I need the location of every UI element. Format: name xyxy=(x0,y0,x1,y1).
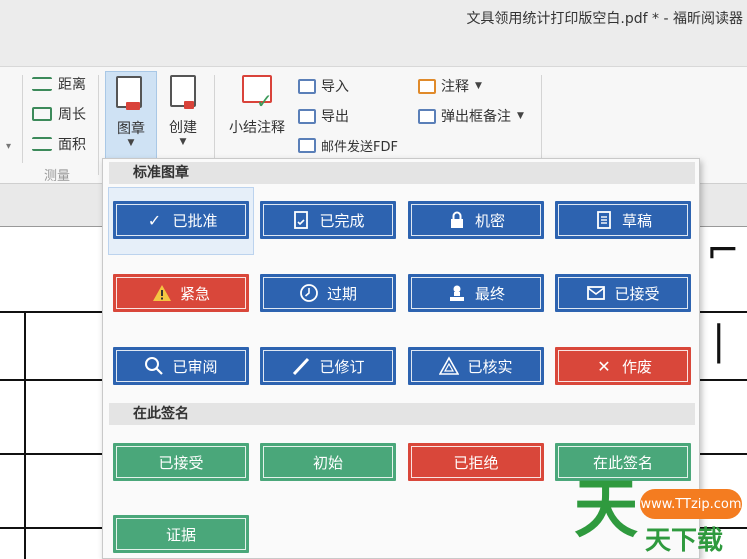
import-icon xyxy=(298,78,316,94)
summarize-comments-label: 小结注释 xyxy=(229,120,285,136)
measure-area-button[interactable]: 面积 xyxy=(32,133,86,155)
email-fdf-button[interactable]: 邮件发送FDF xyxy=(298,134,398,156)
measure-distance-button[interactable]: 距离 xyxy=(32,73,86,95)
stamp-verified[interactable]: 已核实 xyxy=(408,347,544,385)
window-title: 文具领用统计打印版空白.pdf * - 福昕阅读器 xyxy=(466,11,743,27)
stamp-label: 已批准 xyxy=(172,211,218,230)
popup-note-icon xyxy=(418,108,436,124)
create-stamp-button[interactable]: 创建 ▼ xyxy=(160,71,206,161)
stamp-label: 已接受 xyxy=(614,284,660,303)
create-button-label: 创建 xyxy=(169,120,197,136)
stamp-label: 草稿 xyxy=(621,211,652,230)
document-glyph: ⌐ xyxy=(706,228,740,274)
draft-document-icon xyxy=(594,210,614,230)
clock-icon xyxy=(299,283,319,303)
summarize-comments-button[interactable]: ✓ 小结注释 xyxy=(224,71,290,161)
table-line xyxy=(24,311,26,559)
stamp-label: 已审阅 xyxy=(172,357,218,376)
comment-icon xyxy=(418,78,436,94)
stamp-urgent[interactable]: 紧急 xyxy=(113,274,249,312)
comment-dropdown-button[interactable]: 注释 ▼ xyxy=(418,75,482,97)
stamp-draft[interactable]: 草稿 xyxy=(555,201,691,239)
export-button[interactable]: 导出 xyxy=(298,105,349,127)
import-button[interactable]: 导入 xyxy=(298,75,349,97)
stamp-witness[interactable]: 证据 xyxy=(113,515,249,553)
triangle-verify-icon xyxy=(439,356,460,376)
envelope-icon xyxy=(586,283,606,303)
email-fdf-label: 邮件发送FDF xyxy=(321,139,398,155)
standard-stamps-header: 标准图章 xyxy=(109,162,695,184)
watermark-text: 天下载 xyxy=(645,526,724,556)
pen-icon xyxy=(291,356,311,376)
sign-here-header: 在此签名 xyxy=(109,403,695,425)
stamp-label: 已接受 xyxy=(158,453,204,472)
ribbon-divider xyxy=(22,75,23,163)
person-stamp-icon xyxy=(447,283,467,303)
stamp-sign-accepted[interactable]: 已接受 xyxy=(113,443,249,481)
popup-note-dropdown-button[interactable]: 弹出框备注 ▼ xyxy=(418,105,524,127)
stamp-void[interactable]: ✕ 作废 xyxy=(555,347,691,385)
stamp-completed[interactable]: 已完成 xyxy=(260,201,396,239)
stamp-rejected[interactable]: 已拒绝 xyxy=(408,443,544,481)
stamp-approved[interactable]: ✓ 已批准 xyxy=(113,201,249,239)
measure-perimeter-button[interactable]: 周长 xyxy=(32,103,86,125)
stamp-button-label: 图章 xyxy=(117,121,145,137)
stamp-revised[interactable]: 已修订 xyxy=(260,347,396,385)
stamp-confidential[interactable]: 机密 xyxy=(408,201,544,239)
export-icon xyxy=(298,108,316,124)
stamp-label: 已核实 xyxy=(467,357,513,376)
stamp-label: 证据 xyxy=(165,525,196,544)
stamp-label: 已修订 xyxy=(319,357,365,376)
checkmark-icon: ✓ xyxy=(256,89,273,113)
document-glyph: | xyxy=(712,318,726,364)
watermark-url: www.TTzip.com xyxy=(640,489,742,519)
stamp-icon xyxy=(116,76,142,110)
comment-label: 注释 xyxy=(441,79,469,95)
measure-group-label: 测量 xyxy=(44,169,71,184)
area-icon xyxy=(32,137,52,151)
warning-icon xyxy=(152,283,172,303)
ribbon-scroll-left-icon[interactable]: ▾ xyxy=(6,141,11,152)
title-bar: 文具领用统计打印版空白.pdf * - 福昕阅读器 xyxy=(0,0,747,66)
stamp-final[interactable]: 最终 xyxy=(408,274,544,312)
create-stamp-icon xyxy=(170,75,196,109)
stamp-label: 在此签名 xyxy=(592,453,653,472)
ribbon-divider xyxy=(98,75,99,175)
chevron-down-icon: ▼ xyxy=(179,137,187,147)
stamp-initial[interactable]: 初始 xyxy=(260,443,396,481)
stamp-label: 作废 xyxy=(621,357,652,376)
stamp-label: 最终 xyxy=(474,284,505,303)
stamp-accepted[interactable]: 已接受 xyxy=(555,274,691,312)
stamp-label: 已拒绝 xyxy=(453,453,499,472)
chevron-down-icon: ▼ xyxy=(517,111,524,121)
stamp-label: 初始 xyxy=(312,453,343,472)
measure-area-label: 面积 xyxy=(58,137,86,153)
stamp-button[interactable]: 图章 ▼ xyxy=(105,71,157,161)
chevron-down-icon: ▼ xyxy=(475,81,482,91)
magnifier-icon xyxy=(144,356,164,376)
stamp-label: 机密 xyxy=(474,211,505,230)
stamp-expired[interactable]: 过期 xyxy=(260,274,396,312)
measure-perimeter-label: 周长 xyxy=(58,107,86,123)
email-icon xyxy=(298,137,316,153)
lock-icon xyxy=(447,210,467,230)
export-label: 导出 xyxy=(321,109,349,125)
chevron-down-icon: ▼ xyxy=(127,138,135,148)
perimeter-icon xyxy=(32,107,52,121)
measure-distance-label: 距离 xyxy=(58,77,86,93)
ruler-distance-icon xyxy=(32,77,52,91)
watermark-logo-char: 天 xyxy=(574,473,638,547)
x-icon: ✕ xyxy=(597,356,611,376)
document-done-icon xyxy=(291,210,311,230)
stamp-label: 已完成 xyxy=(319,211,365,230)
stamp-reviewed[interactable]: 已审阅 xyxy=(113,347,249,385)
popup-note-label: 弹出框备注 xyxy=(441,109,511,125)
import-label: 导入 xyxy=(321,79,349,95)
stamp-label: 紧急 xyxy=(179,284,210,303)
checkmark-icon: ✓ xyxy=(147,210,162,230)
stamp-label: 过期 xyxy=(326,284,357,303)
